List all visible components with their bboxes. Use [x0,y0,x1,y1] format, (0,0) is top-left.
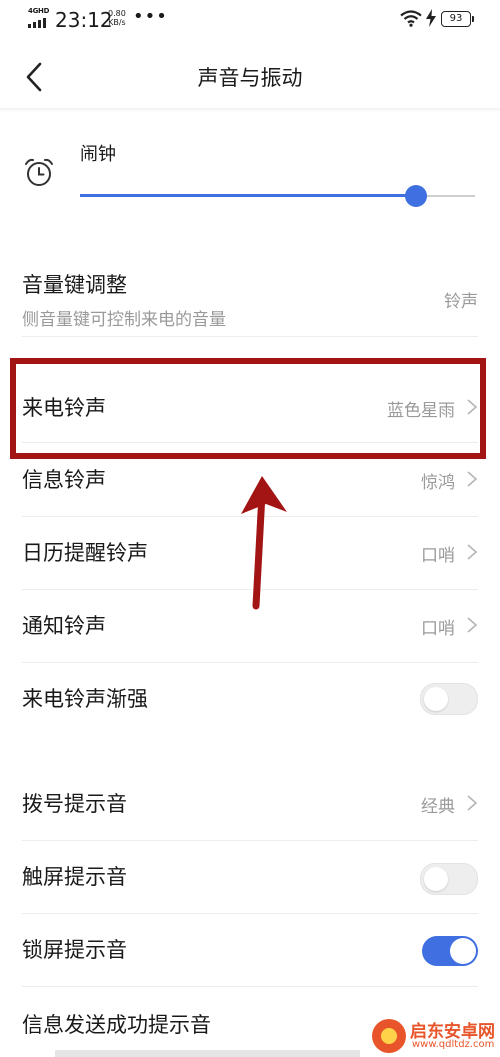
row-title: 触屏提示音 [22,865,127,889]
divider [22,986,478,987]
chevron-right-icon [467,795,478,811]
ringtone-fade-row: 来电铃声渐强 [0,665,500,735]
row-title: 日历提醒铃声 [22,541,148,565]
toggle-knob [424,687,448,711]
page-title: 声音与振动 [197,66,303,90]
row-title: 锁屏提示音 [22,938,127,962]
more-icon: ••• [133,6,168,27]
charging-icon [426,9,436,27]
battery-icon: 93 [441,11,474,27]
chevron-right-icon [467,544,478,560]
watermark-logo-icon [372,1019,406,1053]
status-bar: 4GHD 23:12 0.80 KB/s ••• 93 [0,0,500,40]
divider [22,913,478,914]
watermark-url: www.qdltdz.com [412,1039,495,1050]
slider-thumb[interactable] [404,185,427,207]
volume-key-row[interactable]: 音量键调整 侧音量键可控制来电的音量 铃声 [0,255,500,335]
chevron-right-icon [467,617,478,633]
dial-tone-row[interactable]: 拨号提示音 经典 [0,770,500,840]
slider-fill [80,194,416,197]
pointer-arrow-icon [241,476,287,610]
row-value: 惊鸿 [421,473,455,493]
lock-tone-toggle[interactable] [422,936,478,966]
alarm-label: 闹钟 [80,144,116,165]
touch-tone-toggle[interactable] [420,863,478,895]
divider [22,840,478,841]
row-title: 信息铃声 [22,468,106,492]
toggle-knob [450,938,476,964]
network-type: 4GHD [28,7,50,15]
bottom-strip [55,1050,360,1057]
row-title: 通知铃声 [22,614,106,638]
row-title: 来电铃声渐强 [22,687,148,711]
row-subtitle: 侧音量键可控制来电的音量 [22,310,226,330]
toggle-knob [424,867,448,891]
network-speed: 0.80 KB/s [108,9,126,27]
row-title: 拨号提示音 [22,792,127,816]
row-title: 音量键调整 [22,273,127,297]
signal-icon: 4GHD [28,7,50,28]
ringtone-fade-toggle[interactable] [420,683,478,715]
row-value: 经典 [421,797,455,817]
highlight-box [10,358,486,459]
app-header: 声音与振动 [0,44,500,108]
row-value: 口哨 [421,619,455,639]
row-title: 信息发送成功提示音 [22,1013,211,1037]
divider [22,662,478,663]
touch-tone-row: 触屏提示音 [0,843,500,913]
chevron-right-icon [467,471,478,487]
alarm-volume-slider[interactable] [80,185,475,207]
status-time: 23:12 [55,8,113,32]
row-value: 铃声 [444,292,478,312]
lock-tone-row: 锁屏提示音 [0,916,500,986]
header-divider [0,108,500,112]
wifi-icon [400,10,422,27]
divider [22,336,478,337]
alarm-clock-icon [25,158,53,186]
row-value: 口哨 [421,546,455,566]
watermark: 启东安卓网 www.qdltdz.com [372,1017,496,1055]
